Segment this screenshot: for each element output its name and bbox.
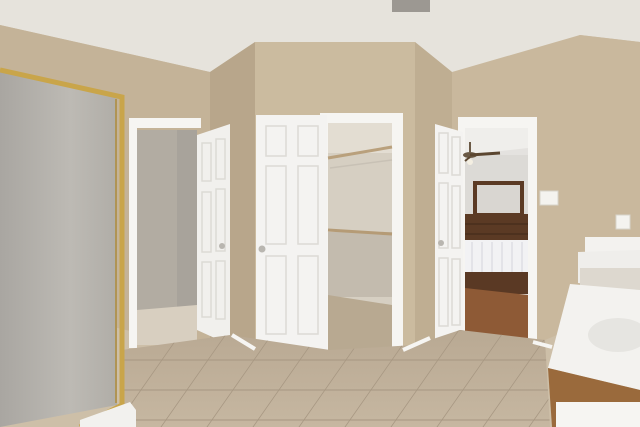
wall-outlet (615, 214, 631, 230)
bathroom-scene (0, 0, 640, 427)
ceiling-vent (392, 0, 430, 12)
vanity-drawer-face (556, 402, 640, 427)
left-door-knob (219, 243, 225, 249)
right-door-knob (438, 240, 444, 246)
closet-lower-wall (328, 232, 392, 297)
left-closet-frame (129, 118, 137, 348)
light-switch (539, 190, 559, 206)
left-closet-frame-top (129, 118, 201, 128)
bathroom-photo (0, 0, 640, 427)
left-closet-inner-wall (137, 130, 177, 310)
left-closet-floor (137, 305, 197, 345)
bedroom-bed (465, 240, 528, 275)
shower-glass (0, 72, 117, 427)
bedroom-mirror (477, 185, 520, 213)
center-door-knob (258, 245, 266, 253)
